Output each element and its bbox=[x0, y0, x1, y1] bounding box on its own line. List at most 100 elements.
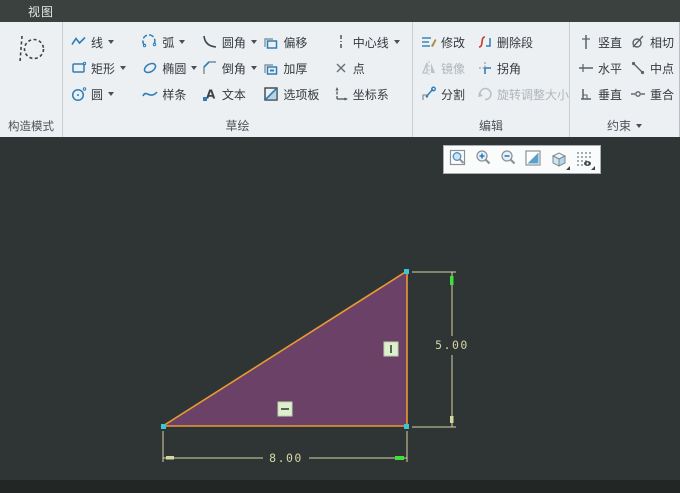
line-button[interactable]: 线 bbox=[71, 29, 142, 55]
corner-button[interactable]: 拐角 bbox=[477, 55, 569, 81]
spline-label: 样条 bbox=[162, 87, 187, 102]
fillet-button[interactable]: 圆角 bbox=[202, 29, 263, 55]
ribbon: 构造模式 线 矩形 圆 弧 椭圆 样条 圆角 倒角 A 文本 偏移 加厚 选项板… bbox=[0, 22, 680, 137]
point-label: 点 bbox=[352, 61, 365, 76]
midpoint-constraint-button[interactable]: 中点 bbox=[630, 55, 678, 81]
spline-button[interactable]: 样条 bbox=[142, 81, 201, 107]
group-label-constrain[interactable]: 约束 bbox=[570, 117, 679, 134]
text-button[interactable]: A 文本 bbox=[202, 81, 263, 107]
circle-button[interactable]: 圆 bbox=[71, 81, 142, 107]
tab-view[interactable]: 视图 bbox=[28, 3, 54, 20]
circle-icon bbox=[71, 86, 87, 102]
spline-icon bbox=[142, 86, 158, 102]
tangent-constraint-icon bbox=[630, 34, 646, 50]
chevron-down-icon[interactable] bbox=[250, 66, 257, 70]
chevron-down-icon[interactable] bbox=[393, 40, 400, 44]
modify-button[interactable]: 修改 bbox=[421, 29, 477, 55]
group-sketch: 线 矩形 圆 弧 椭圆 样条 圆角 倒角 A 文本 偏移 加厚 选项板 中心线 … bbox=[63, 22, 413, 137]
delete-segment-icon bbox=[477, 34, 493, 50]
mirror-icon bbox=[421, 60, 437, 76]
construction-mode-label: 构造模式 bbox=[8, 119, 54, 133]
offset-button[interactable]: 偏移 bbox=[263, 29, 332, 55]
arc-label: 弧 bbox=[162, 35, 175, 50]
zoom-in-button[interactable] bbox=[474, 149, 496, 171]
cad-app-window: 视图 构造模式 线 矩形 圆 弧 椭圆 样条 圆角 倒角 A 文本 偏移 加厚 … bbox=[0, 0, 680, 493]
divide-label: 分割 bbox=[441, 87, 466, 102]
chevron-down-icon[interactable] bbox=[250, 40, 257, 44]
rectangle-icon bbox=[71, 60, 87, 76]
display-style-icon bbox=[524, 149, 541, 166]
zoom-window-icon bbox=[449, 149, 465, 165]
chamfer-button[interactable]: 倒角 bbox=[202, 55, 263, 81]
horizontal-constraint-label: 水平 bbox=[598, 61, 623, 76]
coincident-constraint-label: 重合 bbox=[650, 87, 675, 102]
dimension-handle-green[interactable] bbox=[395, 456, 404, 460]
fillet-icon bbox=[202, 34, 218, 50]
centerline-label: 中心线 bbox=[352, 35, 389, 50]
saved-views-button[interactable] bbox=[549, 149, 571, 171]
construction-mode-button[interactable] bbox=[0, 22, 62, 70]
horizontal-constraint-button[interactable]: 水平 bbox=[578, 55, 630, 81]
ellipse-label: 椭圆 bbox=[162, 61, 187, 76]
rotate-resize-button: 旋转调整大小 bbox=[477, 81, 569, 107]
svg-text:A: A bbox=[206, 88, 216, 102]
centerline-icon bbox=[333, 34, 349, 50]
vertex-top[interactable] bbox=[404, 269, 409, 274]
thicken-button[interactable]: 加厚 bbox=[263, 55, 332, 81]
group-edit: 修改 镜像 分割 删除段 拐角 旋转调整大小 编辑 bbox=[413, 22, 570, 137]
chevron-down-icon[interactable] bbox=[120, 66, 127, 70]
offset-icon bbox=[263, 34, 279, 50]
width-dimension-value[interactable]: 8.00 bbox=[269, 451, 303, 465]
line-label: 线 bbox=[91, 35, 104, 50]
chevron-down-icon[interactable] bbox=[179, 40, 186, 44]
midpoint-constraint-icon bbox=[630, 60, 646, 76]
group-label-edit[interactable]: 编辑 bbox=[413, 117, 569, 134]
coincident-constraint-icon bbox=[630, 86, 646, 102]
dropdown-corner-icon bbox=[565, 165, 570, 170]
height-dimension-value[interactable]: 5.00 bbox=[435, 338, 469, 352]
chevron-down-icon[interactable] bbox=[191, 66, 198, 70]
group-constrain: 竖直 水平 垂直 相切 中点 重合 约束 bbox=[570, 22, 680, 137]
dimension-handle[interactable] bbox=[450, 416, 454, 423]
divide-icon bbox=[421, 86, 437, 102]
horizontal-constraint-marker[interactable] bbox=[277, 401, 293, 417]
dimension-handle-green[interactable] bbox=[450, 276, 454, 285]
dimension-handle[interactable] bbox=[166, 456, 174, 460]
chevron-down-icon[interactable] bbox=[108, 92, 115, 96]
rectangle-label: 矩形 bbox=[91, 61, 116, 76]
zoom-out-button[interactable] bbox=[499, 149, 521, 171]
centerline-button[interactable]: 中心线 bbox=[333, 29, 412, 55]
perpendicular-constraint-button[interactable]: 垂直 bbox=[578, 81, 630, 107]
datum-display-button[interactable] bbox=[574, 149, 596, 171]
status-strip bbox=[0, 480, 680, 493]
palette-label: 选项板 bbox=[283, 87, 320, 102]
vertex-bottom-left[interactable] bbox=[161, 424, 166, 429]
delete-segment-label: 删除段 bbox=[497, 35, 534, 50]
point-icon bbox=[333, 60, 349, 76]
point-button[interactable]: 点 bbox=[333, 55, 412, 81]
vertex-bottom-right[interactable] bbox=[404, 424, 409, 429]
tangent-constraint-button[interactable]: 相切 bbox=[630, 29, 678, 55]
perpendicular-constraint-icon bbox=[578, 86, 594, 102]
display-style-button[interactable] bbox=[524, 149, 546, 171]
arc-button[interactable]: 弧 bbox=[142, 29, 201, 55]
group-label-sketch[interactable]: 草绘 bbox=[63, 117, 412, 134]
zoom-window-button[interactable] bbox=[449, 149, 471, 171]
fillet-label: 圆角 bbox=[221, 35, 246, 50]
delete-segment-button[interactable]: 删除段 bbox=[477, 29, 569, 55]
modify-icon bbox=[421, 34, 437, 50]
chevron-down-icon[interactable] bbox=[108, 40, 115, 44]
divide-button[interactable]: 分割 bbox=[421, 81, 477, 107]
csys-button[interactable]: 坐标系 bbox=[333, 81, 412, 107]
vertical-constraint-button[interactable]: 竖直 bbox=[578, 29, 630, 55]
ellipse-button[interactable]: 椭圆 bbox=[142, 55, 201, 81]
chevron-down-icon bbox=[636, 123, 642, 128]
palette-button[interactable]: 选项板 bbox=[263, 81, 332, 107]
rectangle-button[interactable]: 矩形 bbox=[71, 55, 142, 81]
ribbon-tab-bar: 视图 bbox=[0, 0, 680, 22]
coincident-constraint-button[interactable]: 重合 bbox=[630, 81, 678, 107]
arc-icon bbox=[142, 34, 158, 50]
vertical-constraint-marker[interactable] bbox=[383, 341, 399, 357]
rotate-resize-label: 旋转调整大小 bbox=[497, 87, 570, 102]
sketch-canvas[interactable]: 5.00 8.00 bbox=[0, 137, 680, 480]
